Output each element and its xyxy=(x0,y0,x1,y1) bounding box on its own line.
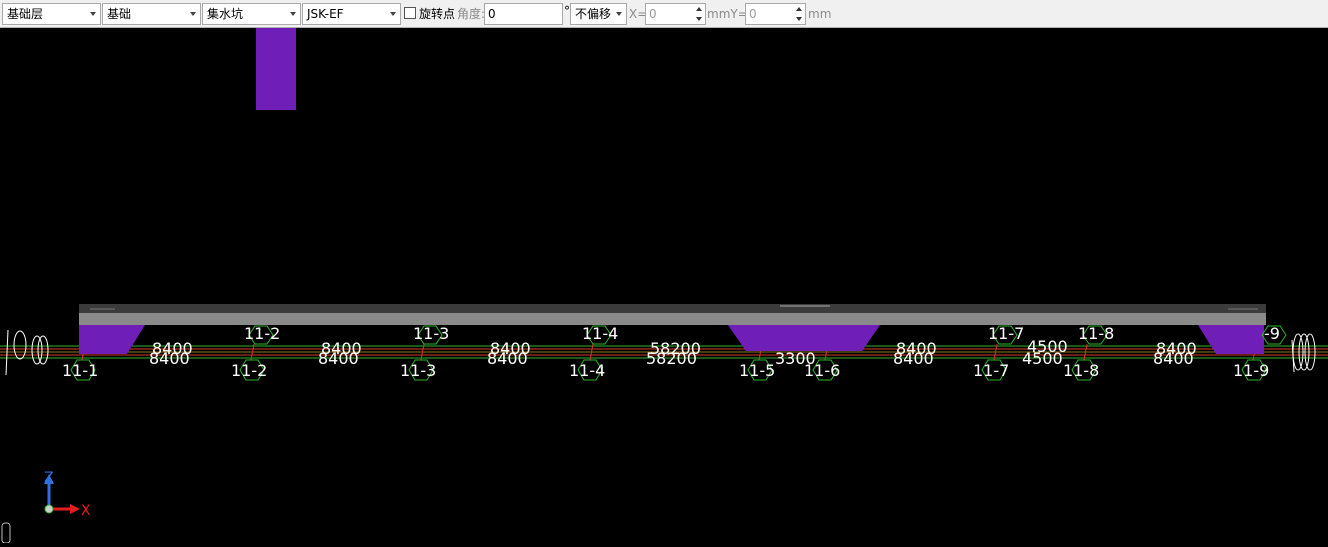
axis-label-bottom: 11-3 xyxy=(400,361,436,380)
component-name-value: JSK-EF xyxy=(307,7,344,21)
offset-mode-select[interactable]: 不偏移 xyxy=(570,3,627,25)
axis-label-bottom: 11-9 xyxy=(1233,361,1269,380)
angle-label: 角度: xyxy=(457,7,486,21)
angle-input-value: 0 xyxy=(488,7,496,21)
category-select[interactable]: 基础 xyxy=(102,3,201,25)
y-offset-value: 0 xyxy=(749,7,757,21)
chevron-down-icon xyxy=(90,12,96,16)
dimension-label: 8400 xyxy=(487,349,528,368)
axis-label-bottom: 11-7 xyxy=(973,361,1009,380)
sump-pit-section[interactable] xyxy=(79,325,145,354)
axis-label-top: 11-2 xyxy=(244,324,280,343)
dimension-label: 8400 xyxy=(149,349,190,368)
axis-label-top: 11-8 xyxy=(1078,324,1114,343)
model-view-svg[interactable]: 11-2 11-3 11-4 11-7 11-8 -9 8400 8400 84… xyxy=(0,28,1328,544)
component-toolbar: 基础层 基础 集水坑 JSK-EF 旋转点 角度: 0 ° 不偏移 X= 0 m… xyxy=(0,0,1328,28)
dimension-label: 8400 xyxy=(893,349,934,368)
floor-select[interactable]: 基础层 xyxy=(2,3,101,25)
sump-pit-preview[interactable] xyxy=(256,28,296,110)
mm-unit-label: mm xyxy=(808,7,832,21)
drawing-canvas[interactable]: 11-2 11-3 11-4 11-7 11-8 -9 8400 8400 84… xyxy=(0,28,1328,544)
chevron-down-icon xyxy=(616,12,622,16)
axis-label-top-partial: -9 xyxy=(1264,324,1280,343)
origin-point xyxy=(44,504,54,514)
dimension-label: 4500 xyxy=(1022,349,1063,368)
corner-handle[interactable] xyxy=(1,522,11,544)
x-offset-input[interactable]: 0 xyxy=(645,3,706,25)
component-type-value: 集水坑 xyxy=(207,7,244,21)
dimension-label: 58200 xyxy=(646,349,697,368)
axis-label-bottom: 11-8 xyxy=(1063,361,1099,380)
x-offset-value: 0 xyxy=(649,7,657,21)
x-axis-label: X xyxy=(81,503,91,519)
axis-label-bottom: 11-2 xyxy=(231,361,267,380)
chevron-down-icon xyxy=(390,12,396,16)
category-select-value: 基础 xyxy=(107,7,132,21)
component-name-select[interactable]: JSK-EF xyxy=(302,3,401,25)
slab-top-face xyxy=(79,304,1266,313)
chevron-down-icon xyxy=(290,12,296,16)
axis-label-top: 11-4 xyxy=(582,324,618,343)
floor-select-value: 基础层 xyxy=(7,7,44,21)
x-arrow-head xyxy=(70,504,80,514)
dimension-label: 8400 xyxy=(318,349,359,368)
sump-pit-section[interactable] xyxy=(1198,325,1264,354)
mm-y-label: mmY= xyxy=(707,7,748,21)
dimension-label: 8400 xyxy=(1153,349,1194,368)
angle-input[interactable]: 0 xyxy=(484,3,563,25)
component-type-select[interactable]: 集水坑 xyxy=(202,3,301,25)
chevron-down-icon xyxy=(190,12,196,16)
axis-label-top: 11-3 xyxy=(413,324,449,343)
axis-label-top: 11-7 xyxy=(988,324,1024,343)
z-axis-label: Z xyxy=(44,470,54,486)
spinner-icon[interactable] xyxy=(796,6,803,22)
spinner-icon[interactable] xyxy=(696,6,703,22)
rotate-point-checkbox[interactable] xyxy=(404,7,416,19)
axis-label-bottom: 11-5 xyxy=(739,361,775,380)
axis-label-bottom: 11-4 xyxy=(569,361,605,380)
axis-label-bottom: 11-1 xyxy=(62,361,98,380)
sump-pit-section[interactable] xyxy=(728,325,880,351)
y-offset-input[interactable]: 0 xyxy=(745,3,806,25)
rotate-point-label: 旋转点 xyxy=(419,7,456,21)
axis-label-bottom: 11-6 xyxy=(804,361,840,380)
offset-mode-value: 不偏移 xyxy=(575,7,612,21)
axis-gizmo: Z X xyxy=(44,470,91,519)
